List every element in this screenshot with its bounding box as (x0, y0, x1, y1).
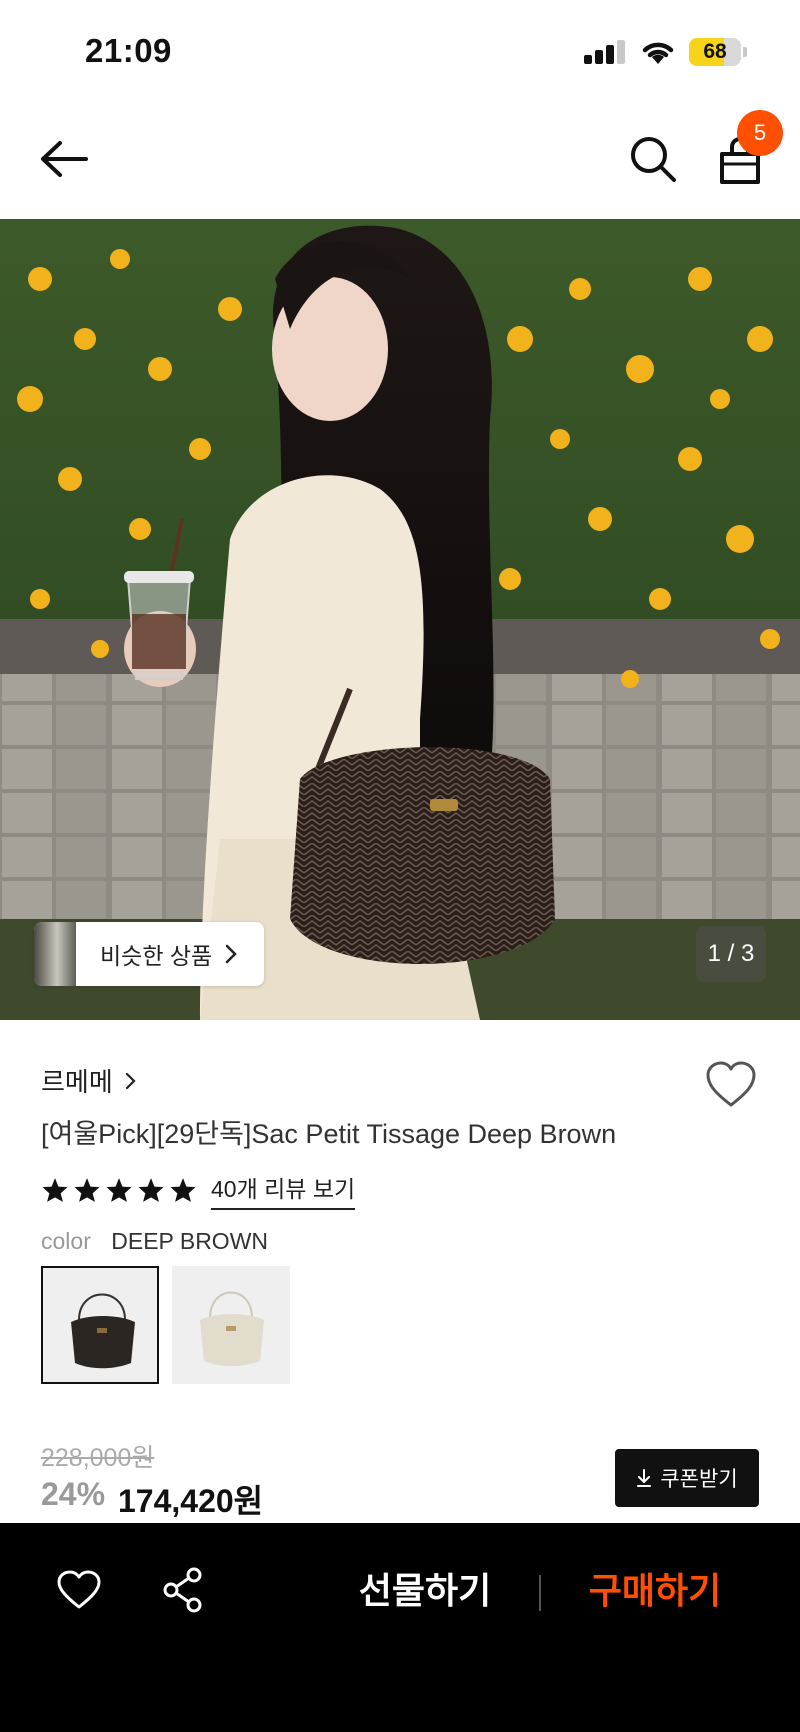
similar-products-thumbnail (34, 922, 76, 986)
bottom-action-bar: 선물하기 구매하기 (0, 1523, 800, 1732)
top-nav (0, 100, 800, 218)
share-icon[interactable] (162, 1567, 204, 1613)
back-arrow-icon[interactable] (38, 136, 90, 182)
battery-cap (743, 47, 747, 57)
product-image[interactable] (0, 219, 800, 1020)
star-icon (170, 1178, 196, 1202)
brand-link[interactable]: 르메메 (41, 1062, 137, 1099)
bag-thumbnail-ivory (200, 1291, 264, 1367)
star-icon (138, 1178, 164, 1202)
search-icon[interactable] (628, 134, 678, 184)
image-page-indicator: 1 / 3 (696, 926, 766, 982)
rating-row: 40개 리뷰 보기 (41, 1170, 356, 1210)
discount-rate: 24% (41, 1476, 106, 1512)
chevron-right-icon (225, 944, 237, 964)
similar-products-label: 비슷한 상품 (100, 943, 213, 969)
bag-thumbnail-brown (71, 1293, 135, 1369)
buy-button[interactable]: 구매하기 (560, 1559, 750, 1623)
wishlist-heart-icon[interactable] (704, 1060, 758, 1110)
battery-level: 68 (703, 40, 727, 63)
star-icon (74, 1178, 100, 1202)
heart-icon[interactable] (56, 1569, 102, 1611)
status-time: 21:09 (85, 32, 172, 69)
rating-stars (41, 1177, 201, 1203)
original-price: 228,000원 (41, 1444, 155, 1472)
coupon-download-button[interactable]: 쿠폰받기 (615, 1449, 759, 1507)
product-title: [여울Pick][29단독]Sac Petit Tissage Deep Bro… (41, 1119, 617, 1149)
product-photo (0, 219, 800, 1020)
swatch-ivory[interactable] (172, 1266, 290, 1384)
signal-icon (584, 40, 626, 64)
download-icon (637, 1469, 652, 1487)
sale-price: 174,420원 (118, 1483, 264, 1519)
status-bar: 21:09 68 (0, 0, 800, 100)
chevron-right-icon (125, 1072, 136, 1089)
swatch-deep-brown[interactable] (41, 1266, 159, 1384)
star-icon (106, 1178, 132, 1202)
color-option-row: color DEEP BROWN (41, 1228, 268, 1255)
color-value: DEEP BROWN (111, 1228, 269, 1254)
action-divider (539, 1575, 541, 1611)
star-icon (42, 1178, 68, 1202)
coupon-label: 쿠폰받기 (660, 1468, 738, 1491)
brand-name: 르메메 (41, 1067, 113, 1097)
battery-icon: 68 (689, 38, 741, 66)
reviews-link[interactable]: 40개 리뷰 보기 (211, 1170, 356, 1210)
similar-products-button[interactable]: 비슷한 상품 (34, 922, 264, 986)
gift-button[interactable]: 선물하기 (330, 1559, 520, 1623)
cart-count-badge: 5 (737, 110, 783, 156)
color-label: color (41, 1228, 91, 1254)
wifi-icon (642, 42, 674, 64)
